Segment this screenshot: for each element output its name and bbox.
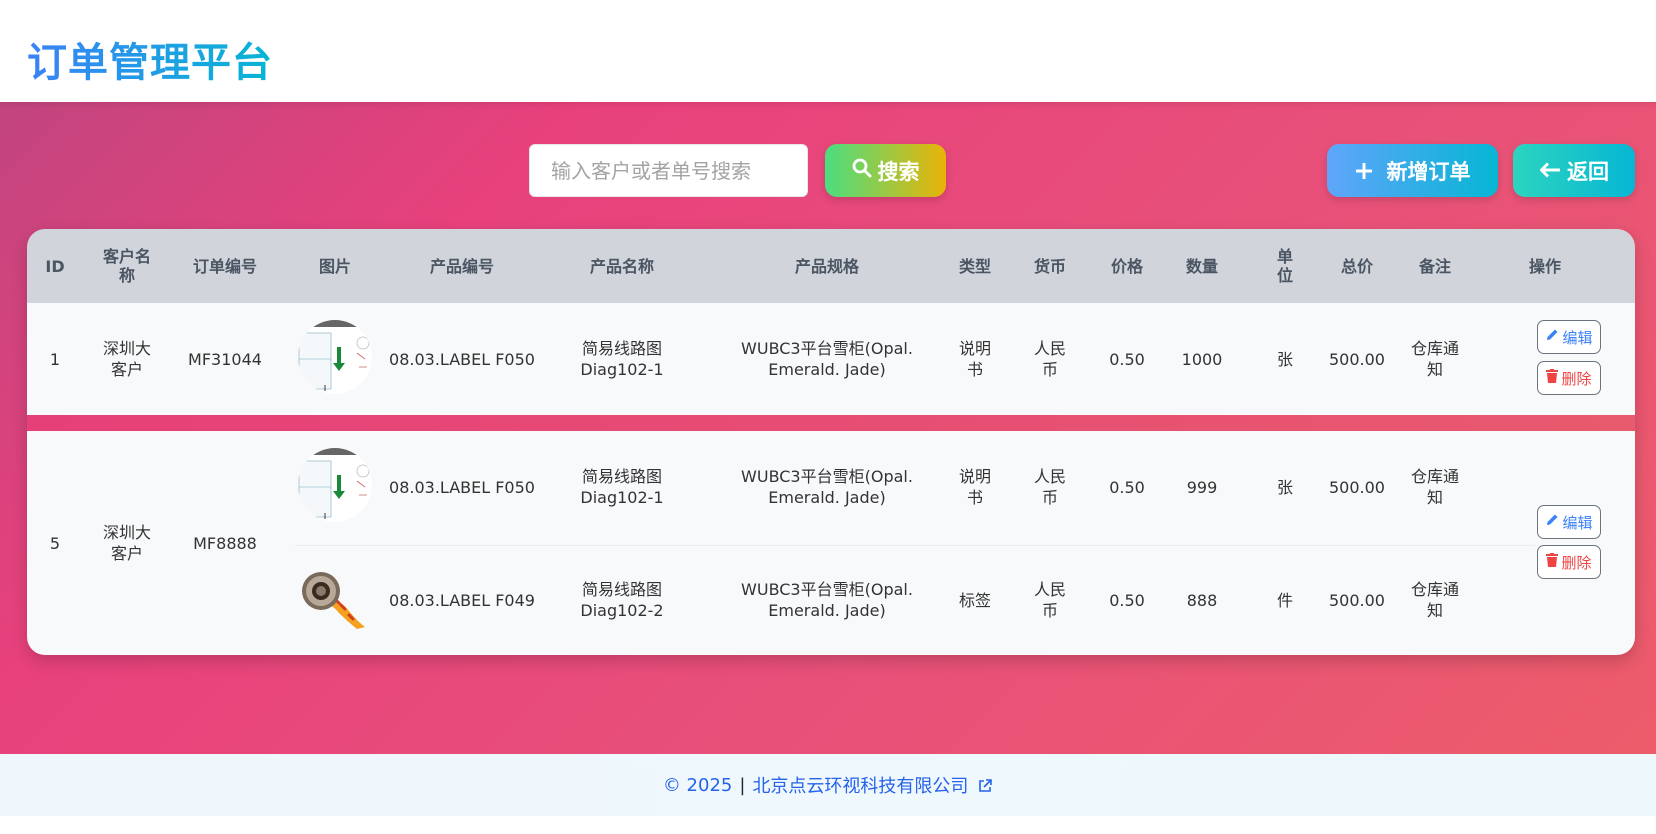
cell-qty: 999 (1186, 477, 1218, 497)
col-header-spec: 产品规格 (794, 256, 859, 276)
pencil-icon (1545, 328, 1559, 346)
company-name: 北京点云环视科技有限公司 (752, 776, 969, 797)
table-header: ID 客户名称 订单编号 图片 产品编号 产品名称 产品规格 类型 货币 价格 … (27, 229, 1635, 303)
back-button-label: 返回 (1567, 159, 1609, 184)
col-header-product-name: 产品名称 (589, 256, 654, 276)
search-button-label: 搜索 (877, 159, 920, 184)
cell-total: 500.00 (1329, 349, 1385, 369)
cell-order-no: MF8888 (193, 533, 257, 553)
search-button[interactable]: 搜索 (825, 144, 946, 197)
table-row: 5 深圳大客户 MF8888 08.03.LABEL F050 简易线路图 Di… (27, 431, 1635, 655)
cell-spec: WUBC3平台雪柜(Opal. Emerald. Jade) (741, 339, 913, 379)
product-diagram-image (297, 319, 373, 395)
cell-total: 500.00 (1329, 477, 1385, 497)
arrow-left-icon (1539, 159, 1561, 183)
cell-id: 1 (49, 349, 61, 369)
row-separator (27, 415, 1635, 431)
delete-button[interactable]: 删除 (1537, 545, 1601, 579)
col-header-image: 图片 (318, 256, 351, 276)
col-header-actions: 操作 (1528, 256, 1561, 276)
cell-customer: 深圳大客户 (102, 339, 151, 379)
cell-spec: WUBC3平台雪柜(Opal. Emerald. Jade) (741, 467, 913, 507)
col-header-total: 总价 (1340, 256, 1373, 276)
main-area: 搜索 新增订单 返回 ID 客户名称 订单编号 图片 产品编号 产品名称 产品规… (0, 102, 1656, 754)
orders-table: ID 客户名称 订单编号 图片 产品编号 产品名称 产品规格 类型 货币 价格 … (27, 229, 1635, 655)
footer-separator: | (739, 774, 746, 796)
plus-icon (1355, 157, 1373, 185)
cell-product-no: 08.03.LABEL F050 (389, 477, 535, 497)
col-header-id: ID (45, 256, 65, 276)
cell-id: 5 (49, 533, 61, 553)
col-header-remark: 备注 (1418, 256, 1451, 276)
col-header-order-no: 订单编号 (192, 256, 257, 276)
cell-order-no: MF31044 (188, 349, 262, 369)
trash-icon (1546, 553, 1559, 571)
external-link-icon (974, 776, 993, 797)
cell-product-name: 简易线路图 Diag102-2 (580, 580, 664, 620)
cell-type: 标签 (958, 590, 991, 610)
search-icon (852, 158, 872, 183)
back-button[interactable]: 返回 (1513, 144, 1635, 197)
cell-qty: 1000 (1181, 349, 1223, 369)
cell-total: 500.00 (1329, 590, 1385, 610)
pencil-icon (1545, 513, 1559, 531)
cell-unit: 张 (1276, 349, 1293, 369)
cell-type: 说明书 (958, 467, 991, 507)
cell-currency: 人民币 (1033, 580, 1066, 620)
product-diagram-image (297, 447, 373, 523)
cell-product-no: 08.03.LABEL F050 (389, 349, 535, 369)
delete-button-label: 删除 (1561, 369, 1592, 388)
top-header: 订单管理平台 (0, 0, 1656, 102)
app-title: 订单管理平台 (27, 30, 273, 88)
cell-price: 0.50 (1109, 349, 1145, 369)
cell-product-name: 简易线路图 Diag102-1 (580, 467, 664, 507)
cell-remark: 仓库通知 (1410, 339, 1459, 379)
search-input[interactable] (529, 144, 808, 197)
cell-unit: 件 (1276, 590, 1293, 610)
table-row: 1 深圳大客户 MF31044 08.03.LABEL F050 简易线路图 D… (27, 303, 1635, 415)
delete-button-label: 删除 (1561, 553, 1592, 572)
cell-qty: 888 (1186, 590, 1218, 610)
page-footer: © 2025 | 北京点云环视科技有限公司 (0, 754, 1656, 816)
edit-button[interactable]: 编辑 (1537, 320, 1601, 354)
col-header-price: 价格 (1110, 256, 1143, 276)
cell-currency: 人民币 (1033, 339, 1066, 379)
edit-button-label: 编辑 (1562, 328, 1593, 347)
cell-currency: 人民币 (1033, 467, 1066, 507)
trash-icon (1546, 369, 1559, 387)
add-order-label: 新增订单 (1386, 159, 1471, 184)
cell-remark: 仓库通知 (1410, 580, 1459, 620)
col-header-type: 类型 (958, 256, 991, 276)
add-order-button[interactable]: 新增订单 (1327, 144, 1498, 197)
cell-type: 说明书 (958, 339, 991, 379)
cell-customer: 深圳大客户 (102, 523, 151, 563)
cell-product-no: 08.03.LABEL F049 (389, 590, 535, 610)
col-header-customer: 客户名称 (102, 247, 151, 285)
delete-button[interactable]: 删除 (1537, 361, 1601, 395)
company-link[interactable]: 北京点云环视科技有限公司 (752, 772, 993, 798)
cell-remark: 仓库通知 (1410, 467, 1459, 507)
cell-price: 0.50 (1109, 590, 1145, 610)
col-header-qty: 数量 (1185, 256, 1218, 276)
cell-product-name: 简易线路图 Diag102-1 (580, 339, 664, 379)
col-header-unit: 单位 (1276, 247, 1293, 285)
copyright-text: © 2025 (662, 774, 733, 796)
col-header-currency: 货币 (1033, 256, 1066, 276)
edit-button[interactable]: 编辑 (1537, 505, 1601, 539)
cell-spec: WUBC3平台雪柜(Opal. Emerald. Jade) (741, 580, 913, 620)
cell-unit: 张 (1276, 477, 1293, 497)
product-label-roll-image (297, 555, 373, 631)
cell-price: 0.50 (1109, 477, 1145, 497)
col-header-product-no: 产品编号 (429, 256, 494, 276)
edit-button-label: 编辑 (1562, 513, 1593, 532)
